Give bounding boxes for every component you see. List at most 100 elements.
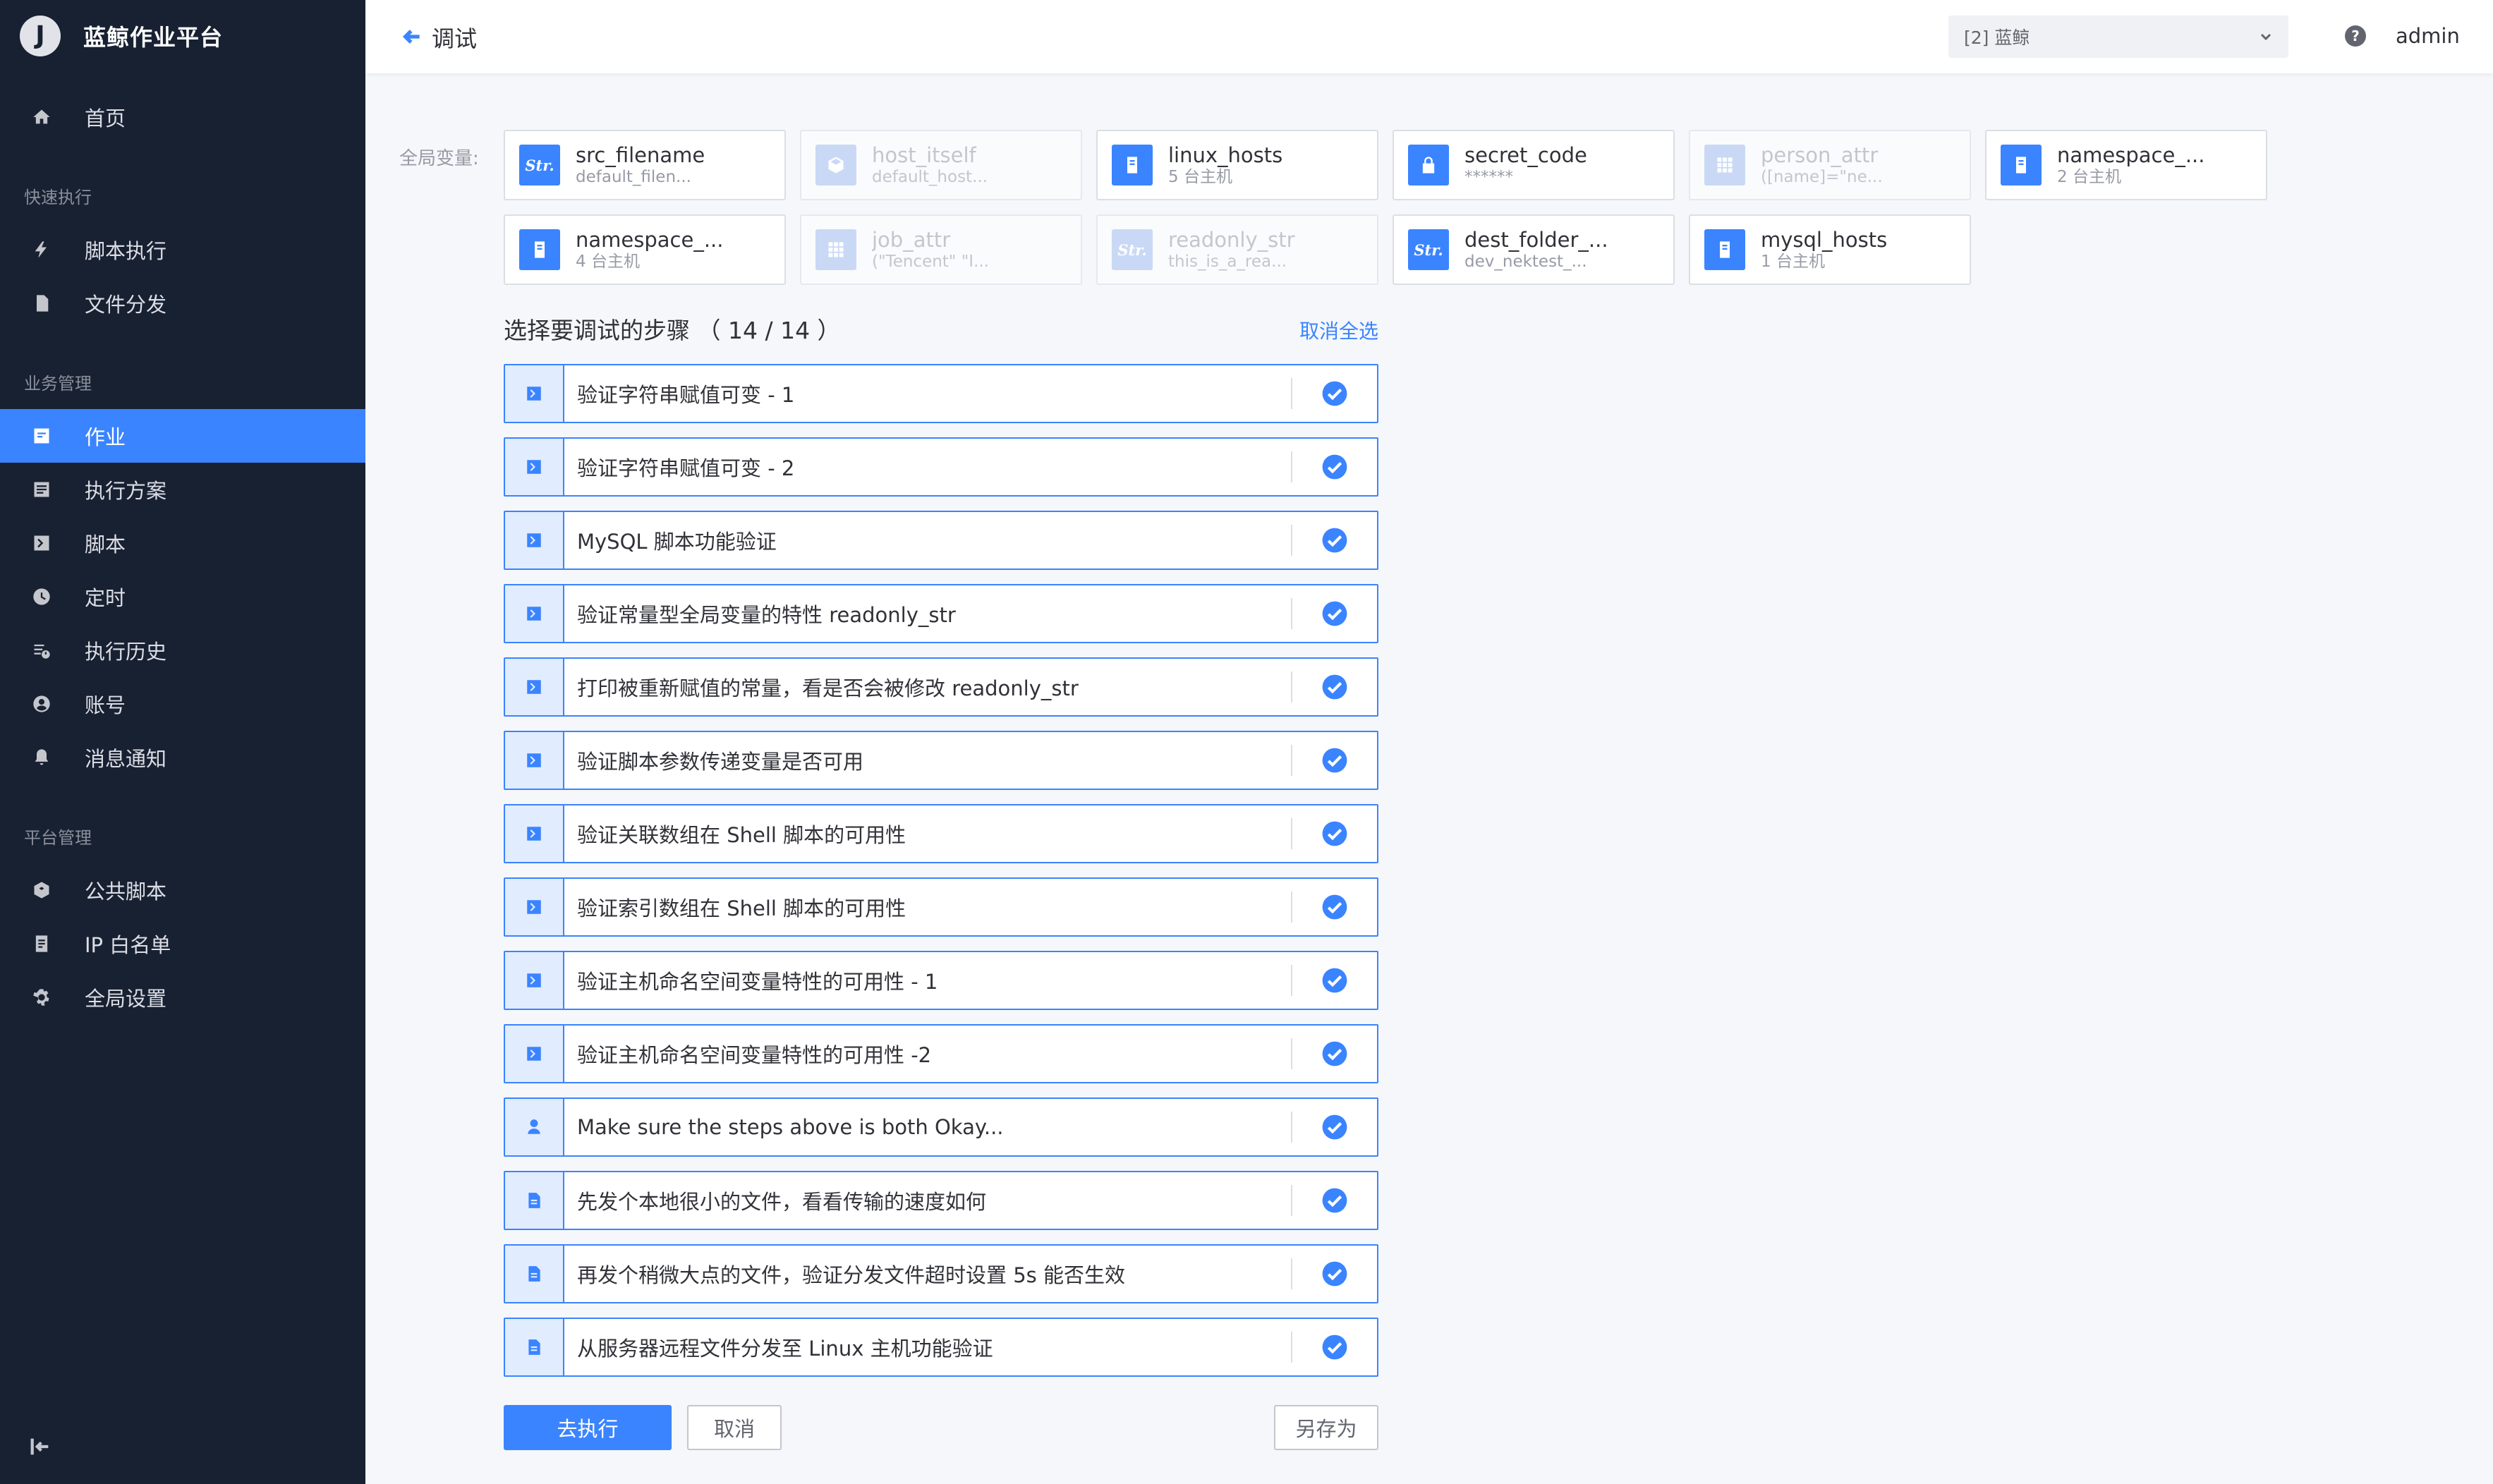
step-name: 验证脚本参数传递变量是否可用 [564,745,1292,776]
user-menu[interactable]: admin [2396,24,2460,48]
check-circle-icon[interactable] [1292,659,1377,715]
global-var-value: 1 台主机 [1761,253,1825,271]
check-circle-icon[interactable] [1292,805,1377,862]
step-row[interactable]: 验证字符串赋值可变 - 2 [504,437,1378,497]
check-circle-icon[interactable] [1292,1172,1377,1229]
step-row[interactable]: 验证关联数组在 Shell 脚本的可用性 [504,804,1378,863]
step-name: 先发个本地很小的文件，看看传输的速度如何 [564,1185,1292,1216]
home-icon [31,107,52,128]
sidebar-item-public-script[interactable]: 公共脚本 [0,863,365,917]
step-row[interactable]: 验证主机命名空间变量特性的可用性 -2 [504,1024,1378,1083]
global-var-text: dest_folder_... dev_nektest_... [1464,228,1608,272]
sidebar-item-account[interactable]: 账号 [0,677,365,731]
file-step-icon [505,1246,564,1302]
sidebar-item-script[interactable]: 脚本 [0,516,365,570]
check-circle-icon[interactable] [1292,585,1377,642]
back-arrow-icon[interactable] [396,21,427,52]
script-step-icon [505,1026,564,1082]
global-var-card[interactable]: namespace_... 2 台主机 [1985,130,2267,200]
sidebar-item-job[interactable]: 作业 [0,409,365,463]
global-var-value: ([name]="ne... [1761,168,1883,186]
sidebar-item-label: 全局设置 [85,987,167,1011]
string-icon: Str. [519,145,560,186]
step-row[interactable]: 验证索引数组在 Shell 脚本的可用性 [504,877,1378,937]
sidebar-item-notify[interactable]: 消息通知 [0,731,365,784]
step-row[interactable]: Make sure the steps above is both Okay..… [504,1097,1378,1157]
script-step-icon [505,952,564,1009]
global-var-card[interactable]: Str. readonly_str this_is_a_rea... [1096,214,1378,285]
global-var-card[interactable]: secret_code ****** [1393,130,1675,200]
execute-button[interactable]: 去执行 [504,1405,672,1450]
step-name: 验证关联数组在 Shell 脚本的可用性 [564,818,1292,849]
global-var-card[interactable]: job_attr ("Tencent" "I... [800,214,1082,285]
sidebar-item-cron[interactable]: 定时 [0,570,365,624]
global-var-value: ("Tencent" "I... [872,253,989,271]
global-var-card[interactable]: Str. src_filename default_filen... [504,130,786,200]
global-var-card[interactable]: person_attr ([name]="ne... [1689,130,1971,200]
global-var-name: person_attr [1761,143,1879,167]
global-var-card[interactable]: Str. dest_folder_... dev_nektest_... [1393,214,1675,285]
sidebar-item-history[interactable]: 执行历史 [0,624,365,677]
chevron-down-icon [2257,28,2274,45]
check-circle-icon[interactable] [1292,732,1377,789]
global-var-text: job_attr ("Tencent" "I... [872,228,989,272]
sidebar-item-label: 公共脚本 [85,880,167,904]
history-icon [31,640,52,661]
check-circle-icon[interactable] [1292,879,1377,935]
step-row[interactable]: 从服务器远程文件分发至 Linux 主机功能验证 [504,1318,1378,1377]
help-icon[interactable]: ? [2345,25,2366,47]
sidebar-item-home[interactable]: 首页 [0,90,365,144]
sidebar-item-settings[interactable]: 全局设置 [0,971,365,1024]
hexagon-icon [31,880,52,901]
step-row[interactable]: 验证主机命名空间变量特性的可用性 - 1 [504,951,1378,1010]
business-select[interactable]: [2] 蓝鲸 [1948,16,2288,58]
approval-step-icon [505,1099,564,1155]
step-row[interactable]: MySQL 脚本功能验证 [504,511,1378,570]
bell-icon [31,747,52,768]
sidebar-item-plan[interactable]: 执行方案 [0,463,365,516]
global-var-text: person_attr ([name]="ne... [1761,143,1883,187]
step-row[interactable]: 验证常量型全局变量的特性 readonly_str [504,584,1378,643]
step-name: 再发个稍微大点的文件，验证分发文件超时设置 5s 能否生效 [564,1258,1292,1289]
check-circle-icon[interactable] [1292,512,1377,568]
sidebar-item-label: 首页 [85,107,126,130]
collapse-sidebar-icon[interactable] [28,1435,52,1459]
sidebar-item-whitelist[interactable]: IP 白名单 [0,917,365,971]
file-step-icon [505,1172,564,1229]
script-step-icon [505,659,564,715]
step-row[interactable]: 先发个本地很小的文件，看看传输的速度如何 [504,1171,1378,1230]
global-var-card[interactable]: mysql_hosts 1 台主机 [1689,214,1971,285]
step-row[interactable]: 打印被重新赋值的常量，看是否会被修改 readonly_str [504,657,1378,717]
page-title: 调试 [432,25,478,52]
step-name: 打印被重新赋值的常量，看是否会被修改 readonly_str [564,671,1292,703]
sidebar-item-label: 执行方案 [85,479,167,503]
step-row[interactable]: 验证字符串赋值可变 - 1 [504,364,1378,423]
global-var-name: job_attr [872,228,951,252]
cancel-button[interactable]: 取消 [687,1405,782,1450]
save-as-button[interactable]: 另存为 [1274,1405,1378,1450]
grid-icon [815,229,856,270]
sidebar-item-script-execute[interactable]: 脚本执行 [0,223,365,276]
check-circle-icon[interactable] [1292,952,1377,1009]
global-var-text: readonly_str this_is_a_rea... [1168,228,1295,272]
global-var-card[interactable]: host_itself default_host... [800,130,1082,200]
sidebar-item-label: 执行历史 [85,640,167,664]
step-row[interactable]: 验证脚本参数传递变量是否可用 [504,731,1378,790]
check-circle-icon[interactable] [1292,439,1377,495]
sidebar-item-label: 作业 [85,425,126,449]
check-circle-icon[interactable] [1292,1026,1377,1082]
check-circle-icon[interactable] [1292,1099,1377,1155]
steps-title: 选择要调试的步骤 （ 14 / 14 ） [504,317,841,344]
deselect-all-link[interactable]: 取消全选 [1299,316,1378,344]
sidebar-item-file-distribute[interactable]: 文件分发 [0,276,365,330]
brand[interactable]: J 蓝鲸作业平台 [20,16,223,56]
global-var-card[interactable]: linux_hosts 5 台主机 [1096,130,1378,200]
check-circle-icon[interactable] [1292,1319,1377,1375]
host-icon [1112,145,1153,186]
global-var-card[interactable]: namespace_... 4 台主机 [504,214,786,285]
sidebar: J 蓝鲸作业平台 首页 快速执行 脚本执行 文件分发 业务管理 作业 执行方案 … [0,0,365,1484]
check-circle-icon[interactable] [1292,1246,1377,1302]
step-row[interactable]: 再发个稍微大点的文件，验证分发文件超时设置 5s 能否生效 [504,1244,1378,1303]
check-circle-icon[interactable] [1292,365,1377,422]
nav-group-title: 快速执行 [24,188,92,207]
